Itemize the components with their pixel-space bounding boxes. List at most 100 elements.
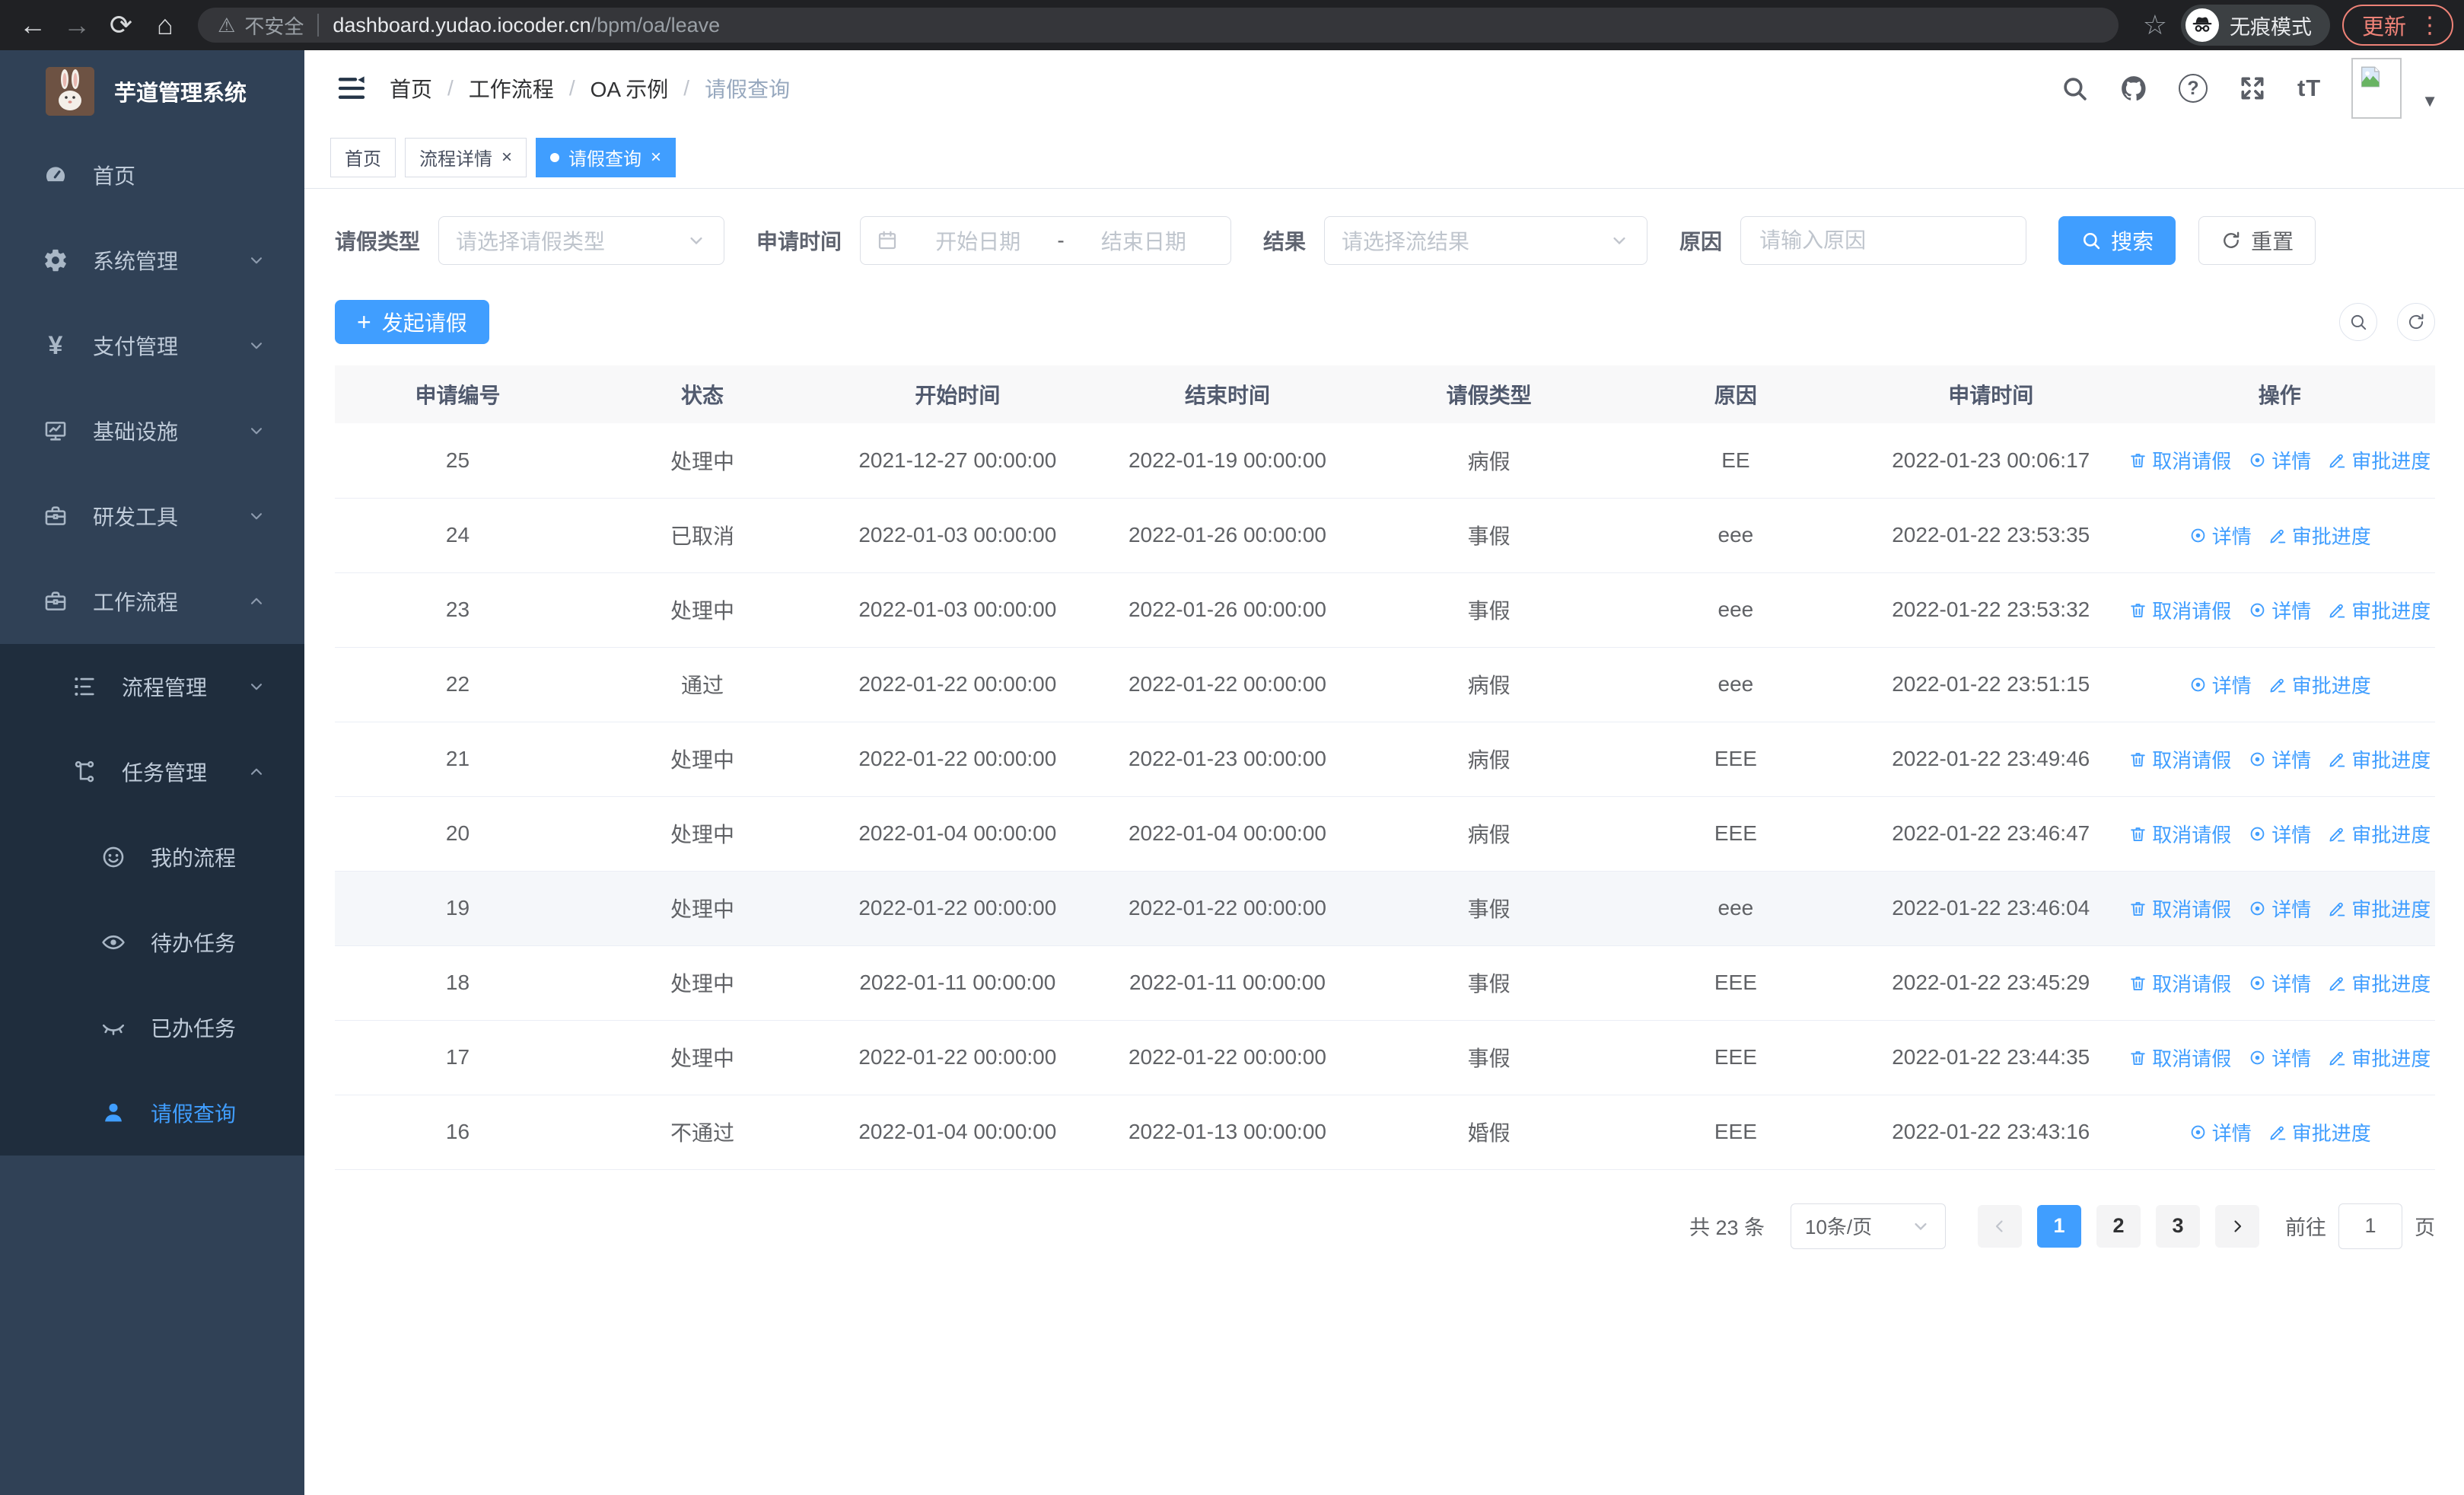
cancel-action-link[interactable]: 取消请假 (2128, 596, 2231, 624)
cancel-action-link[interactable]: 取消请假 (2128, 969, 2231, 997)
table-toolbar: + 发起请假 (335, 300, 2435, 344)
page-content: 请假类型 请选择请假类型 申请时间 开始日期 - 结束日期 结果 请选择流结果 … (304, 189, 2464, 1495)
tab-请假查询[interactable]: 请假查询 × (536, 137, 676, 177)
refresh-table-button[interactable] (2397, 303, 2435, 341)
breadcrumb-item: 请假查询 (705, 78, 791, 101)
start-date-field[interactable]: 开始日期 (906, 225, 1049, 256)
page-button-2[interactable]: 2 (2096, 1204, 2141, 1248)
sidebar-item-process-mgmt[interactable]: 流程管理 (0, 644, 304, 729)
browser-menu-icon[interactable]: ⋮ (2418, 12, 2441, 39)
sidebar-item-task-mgmt[interactable]: 任务管理 (0, 729, 304, 814)
help-icon[interactable]: ? (2178, 74, 2208, 103)
url-path: /bpm/oa/leave (591, 13, 721, 37)
reason-input[interactable] (1740, 216, 2027, 265)
reset-button[interactable]: 重置 (2198, 216, 2316, 265)
cancel-action-link[interactable]: 取消请假 (2128, 446, 2231, 474)
cell-status: 处理中 (580, 423, 825, 499)
page-size-select[interactable]: 10条/页 (1791, 1203, 1946, 1249)
page-button-1[interactable]: 1 (2037, 1204, 2081, 1248)
sidebar-item-todo-tasks[interactable]: 待办任务 (0, 900, 304, 985)
tab-流程详情[interactable]: 流程详情 × (405, 137, 527, 177)
detail-action-link[interactable]: 详情 (2248, 446, 2311, 474)
github-icon[interactable] (2119, 74, 2148, 103)
detail-action-link[interactable]: 详情 (2189, 1118, 2252, 1146)
breadcrumb-item[interactable]: 工作流程 (469, 73, 554, 104)
progress-action-link[interactable]: 审批进度 (2268, 1118, 2371, 1146)
cancel-action-link[interactable]: 取消请假 (2128, 745, 2231, 773)
detail-action-link[interactable]: 详情 (2248, 1044, 2311, 1072)
cancel-action-link[interactable]: 取消请假 (2128, 1044, 2231, 1072)
progress-action-link[interactable]: 审批进度 (2328, 969, 2431, 997)
chevron-down-icon (247, 677, 266, 696)
page-button-3[interactable]: 3 (2156, 1204, 2200, 1248)
avatar[interactable] (2351, 58, 2402, 119)
pager: 123 (1963, 1204, 2259, 1248)
create-leave-button[interactable]: + 发起请假 (335, 300, 489, 344)
bookmark-star-icon[interactable]: ☆ (2143, 9, 2167, 41)
sidebar-item-label: 研发工具 (93, 505, 179, 529)
progress-action-link[interactable]: 审批进度 (2328, 596, 2431, 624)
close-icon[interactable]: × (501, 148, 512, 167)
end-date-field[interactable]: 结束日期 (1072, 225, 1215, 256)
detail-action-link[interactable]: 详情 (2248, 745, 2311, 773)
cell-start: 2021-12-27 00:00:00 (824, 423, 1091, 499)
progress-action-link[interactable]: 审批进度 (2328, 1044, 2431, 1072)
apply-time-range-picker[interactable]: 开始日期 - 结束日期 (860, 216, 1232, 265)
progress-action-link[interactable]: 审批进度 (2268, 521, 2371, 550)
sidebar-item-done-tasks[interactable]: 已办任务 (0, 985, 304, 1070)
detail-action-link[interactable]: 详情 (2248, 596, 2311, 624)
detail-action-link[interactable]: 详情 (2189, 671, 2252, 699)
browser-back-icon[interactable]: ← (11, 3, 55, 47)
next-page-button[interactable] (2215, 1204, 2259, 1248)
sidebar-item-infra[interactable]: 基础设施 (0, 388, 304, 473)
show-search-toggle-button[interactable] (2339, 303, 2377, 341)
sidebar-item-leave-query[interactable]: 请假查询 (0, 1070, 304, 1156)
app-logo-row[interactable]: 芋道管理系统 (0, 50, 304, 132)
tree-icon (72, 674, 97, 700)
progress-action-link[interactable]: 审批进度 (2328, 745, 2431, 773)
sidebar-item-home[interactable]: 首页 (0, 132, 304, 218)
cell-end: 2022-01-22 00:00:00 (1090, 1020, 1364, 1095)
plus-icon: + (357, 308, 371, 336)
goto-page-input[interactable] (2338, 1203, 2402, 1249)
detail-action-link[interactable]: 详情 (2248, 969, 2311, 997)
address-bar[interactable]: ⚠ 不安全 dashboard.yudao.iocoder.cn/bpm/oa/… (198, 8, 2119, 43)
progress-action-link[interactable]: 审批进度 (2328, 894, 2431, 923)
sidebar-item-my-process[interactable]: 我的流程 (0, 814, 304, 900)
cancel-action-link[interactable]: 取消请假 (2128, 820, 2231, 848)
sidebar-item-devtools[interactable]: 研发工具 (0, 473, 304, 559)
sidebar-item-workflow[interactable]: 工作流程 (0, 559, 304, 644)
progress-action-link[interactable]: 审批进度 (2268, 671, 2371, 699)
browser-home-icon[interactable]: ⌂ (143, 3, 187, 47)
leave-type-select[interactable]: 请选择请假类型 (438, 216, 725, 265)
sidebar-submenu: 流程管理 任务管理 我的流程 待办任务 已办任务 请假查询 (0, 644, 304, 1156)
tab-label: 流程详情 (419, 149, 492, 170)
cell-status: 处理中 (580, 1020, 825, 1095)
search-button[interactable]: 搜索 (2058, 216, 2176, 265)
header-search-icon[interactable] (2060, 74, 2089, 103)
breadcrumb-item[interactable]: OA 示例 (591, 73, 669, 104)
browser-update-button[interactable]: 更新 ⋮ (2341, 5, 2453, 46)
view-icon (2248, 601, 2267, 620)
detail-action-link[interactable]: 详情 (2248, 894, 2311, 923)
detail-action-link[interactable]: 详情 (2189, 521, 2252, 550)
security-warning[interactable]: ⚠ 不安全 (218, 11, 304, 40)
cell-actions: 详情 审批进度 (2124, 498, 2435, 573)
sidebar-item-system[interactable]: 系统管理 (0, 218, 304, 303)
browser-reload-icon[interactable]: ⟳ (99, 3, 143, 47)
progress-action-link[interactable]: 审批进度 (2328, 446, 2431, 474)
progress-action-link[interactable]: 审批进度 (2328, 820, 2431, 848)
prev-page-button[interactable] (1978, 1204, 2022, 1248)
font-size-icon[interactable]: tT (2297, 75, 2321, 102)
tab-首页[interactable]: 首页 (330, 137, 396, 177)
fullscreen-icon[interactable] (2238, 74, 2267, 103)
browser-forward-icon[interactable]: → (55, 3, 99, 47)
close-icon[interactable]: × (651, 148, 661, 167)
sidebar-item-payment[interactable]: ¥ 支付管理 (0, 303, 304, 388)
breadcrumb-item[interactable]: 首页 (390, 73, 432, 104)
result-select[interactable]: 请选择流结果 (1324, 216, 1648, 265)
sidebar-collapse-icon[interactable] (336, 73, 367, 104)
avatar-caret-icon[interactable]: ▼ (2421, 91, 2438, 111)
cancel-action-link[interactable]: 取消请假 (2128, 894, 2231, 923)
detail-action-link[interactable]: 详情 (2248, 820, 2311, 848)
